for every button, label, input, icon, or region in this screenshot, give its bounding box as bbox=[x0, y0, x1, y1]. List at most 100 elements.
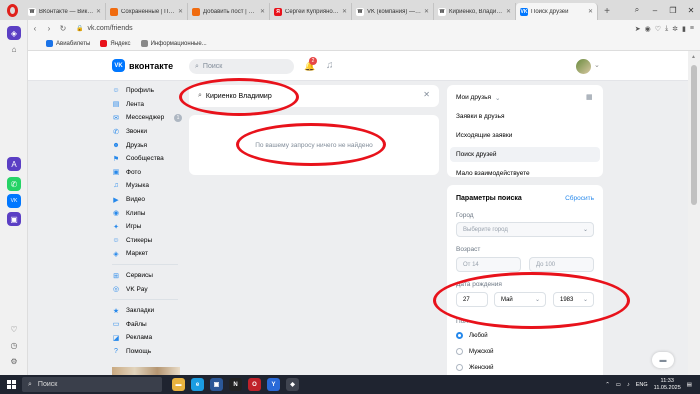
heart-icon[interactable]: ♡ bbox=[7, 322, 21, 336]
file-explorer-icon[interactable]: ▬ bbox=[172, 378, 185, 391]
gender-radio[interactable]: Женский bbox=[456, 364, 493, 371]
menu-item-market[interactable]: ◈ Маркет bbox=[112, 247, 182, 261]
close-tab-icon[interactable]: ✕ bbox=[96, 8, 101, 15]
volume-icon[interactable]: ♪ bbox=[627, 382, 630, 388]
browser-tab[interactable]: Добавить пост | Пикабу✕ bbox=[188, 3, 270, 20]
chevron-down-icon[interactable]: ⌄ bbox=[594, 61, 600, 69]
aria-icon[interactable]: ◈ bbox=[7, 26, 21, 40]
home-icon[interactable]: ⌂ bbox=[7, 42, 21, 56]
whatsapp-icon[interactable]: ✆ bbox=[7, 177, 21, 191]
notifications-bell-icon[interactable]: 🔔 2 bbox=[304, 57, 317, 72]
taskbar-search[interactable]: ⌕ Поиск bbox=[22, 377, 162, 392]
language-indicator[interactable]: ENG bbox=[636, 382, 648, 388]
opera-taskbar-icon[interactable]: O bbox=[248, 378, 261, 391]
menu-item-message[interactable]: ✉ Мессенджер 1 bbox=[112, 111, 182, 125]
menu-item-stickers[interactable]: ☺ Стикеры bbox=[112, 234, 182, 248]
browser-tab[interactable]: ЯСергей Куприянов дире✕ bbox=[270, 3, 352, 20]
menu-item-clips[interactable]: ◉ Клипы bbox=[112, 206, 182, 220]
edge-icon[interactable]: e bbox=[191, 378, 204, 391]
vk-sidebar-icon[interactable]: VK bbox=[7, 194, 21, 208]
history-icon[interactable]: ◷ bbox=[7, 338, 21, 352]
extensions-icon[interactable]: ✲ bbox=[672, 25, 678, 33]
vk-logo[interactable]: VK вконтакте bbox=[112, 59, 173, 72]
close-window-icon[interactable]: ✕ bbox=[682, 0, 700, 20]
age-to-select[interactable]: До 100 bbox=[529, 257, 594, 272]
photos-icon[interactable]: ▣ bbox=[210, 378, 223, 391]
menu-item-friends[interactable]: ☻ Друзья bbox=[112, 138, 182, 152]
battery-icon[interactable]: ▮ bbox=[682, 25, 686, 33]
menu-item-ads[interactable]: ◪ Реклама bbox=[112, 331, 182, 345]
menu-item-vkpay[interactable]: ◎ VK Pay bbox=[112, 282, 182, 296]
menu-item-news[interactable]: ▤ Лента bbox=[112, 98, 182, 112]
menu-item-phone[interactable]: ✆ Звонки bbox=[112, 125, 182, 139]
friends-nav-item[interactable]: Мои друзья ⌄ bbox=[450, 90, 600, 105]
menu-item-user[interactable]: ☺ Профиль bbox=[112, 84, 182, 98]
city-select[interactable]: Выберите город ⌄ bbox=[456, 222, 594, 237]
gender-radio[interactable]: Любой bbox=[456, 332, 488, 339]
maximize-icon[interactable]: ❐ bbox=[664, 0, 682, 20]
app-icon[interactable]: A bbox=[7, 157, 21, 171]
search-tabs-icon[interactable]: ⌕ bbox=[628, 0, 646, 20]
menu-item-bookmark[interactable]: ★ Закладки bbox=[112, 304, 182, 318]
browser-tab[interactable]: WКириенко, Владимир Се✕ bbox=[434, 3, 516, 20]
download-icon[interactable]: ⤓ bbox=[665, 25, 668, 33]
header-search-input[interactable]: ⌕ Поиск bbox=[189, 59, 294, 74]
back-icon[interactable]: ‹ bbox=[28, 24, 42, 33]
notion-icon[interactable]: N bbox=[229, 378, 242, 391]
close-tab-icon[interactable]: ✕ bbox=[588, 8, 593, 15]
settings-icon[interactable]: ⚙ bbox=[7, 354, 21, 368]
friends-nav-item[interactable]: Заявки в друзья bbox=[450, 109, 600, 124]
menu-item-games[interactable]: ✦ Игры bbox=[112, 220, 182, 234]
avatar[interactable] bbox=[576, 59, 591, 74]
scrollbar-thumb[interactable] bbox=[691, 65, 697, 205]
send-icon[interactable]: ➤ bbox=[635, 25, 641, 33]
menu-item-groups[interactable]: ⚑ Сообщества bbox=[112, 152, 182, 166]
chevron-up-icon[interactable]: ⌃ bbox=[605, 382, 610, 388]
browser-tab[interactable]: WVK (компания) — Википе✕ bbox=[352, 3, 434, 20]
friends-nav-item[interactable]: Мало взаимодействуете bbox=[450, 166, 600, 181]
bookmark-item[interactable]: Информационные... bbox=[140, 40, 207, 47]
windows-start-icon[interactable] bbox=[0, 380, 22, 389]
menu-item-photo[interactable]: ▣ Фото bbox=[112, 166, 182, 180]
age-from-select[interactable]: От 14 bbox=[456, 257, 521, 272]
close-tab-icon[interactable]: ✕ bbox=[178, 8, 183, 15]
close-tab-icon[interactable]: ✕ bbox=[506, 8, 511, 15]
app-taskbar-icon[interactable]: ◆ bbox=[286, 378, 299, 391]
menu-item-services[interactable]: ⊞ Сервисы bbox=[112, 269, 182, 283]
friends-nav-item[interactable]: Поиск друзей bbox=[450, 147, 600, 162]
clear-search-icon[interactable]: ✕ bbox=[423, 90, 430, 99]
browser-tab[interactable]: Сохраненные | Пикабу✕ bbox=[106, 3, 188, 20]
taskbar-clock[interactable]: 11:33 11.05.2025 bbox=[654, 378, 681, 392]
browser-tab[interactable]: VK Поиск друзей ✕ bbox=[516, 3, 598, 20]
camera-icon[interactable]: ◉ bbox=[645, 25, 651, 33]
close-tab-icon[interactable]: ✕ bbox=[260, 8, 265, 15]
opera-logo-icon[interactable] bbox=[0, 0, 24, 20]
forward-icon[interactable]: › bbox=[42, 24, 56, 33]
yandex-browser-icon[interactable]: Y bbox=[267, 378, 280, 391]
scroll-up-icon[interactable]: ▲ bbox=[691, 54, 696, 60]
page-scrollbar[interactable]: ▲ bbox=[688, 51, 700, 375]
chat-bubble-icon[interactable]: ▬ bbox=[652, 352, 674, 368]
menu-item-help[interactable]: ? Помощь bbox=[112, 345, 182, 359]
reload-icon[interactable]: ↻ bbox=[56, 24, 70, 33]
player-icon[interactable]: ▣ bbox=[7, 212, 21, 226]
bookmark-item[interactable]: Яндекс bbox=[100, 40, 131, 47]
friends-nav-item[interactable]: Исходящие заявки bbox=[450, 128, 600, 143]
menu-item-files[interactable]: ▭ Файлы bbox=[112, 318, 182, 332]
reset-button[interactable]: Сбросить bbox=[565, 195, 594, 202]
heart-address-icon[interactable]: ♡ bbox=[655, 25, 661, 33]
browser-tab[interactable]: WВКонтакте — Википедия✕ bbox=[24, 3, 106, 20]
menu-item-music[interactable]: ♫ Музыка bbox=[112, 179, 182, 193]
menu-icon[interactable]: ≡ bbox=[690, 25, 694, 33]
menu-item-video[interactable]: ▶ Видео bbox=[112, 193, 182, 207]
gender-radio[interactable]: Мужской bbox=[456, 348, 494, 355]
music-note-icon[interactable]: ♫ bbox=[326, 60, 334, 71]
close-tab-icon[interactable]: ✕ bbox=[342, 8, 347, 15]
network-icon[interactable]: ▭ bbox=[616, 382, 621, 388]
url-field[interactable]: 🔒 vk.com/friends bbox=[76, 25, 635, 32]
minimize-icon[interactable]: – bbox=[646, 0, 664, 20]
bookmark-item[interactable]: Авиабилеты bbox=[46, 40, 90, 47]
new-tab-button[interactable]: + bbox=[598, 3, 616, 20]
notification-icon[interactable]: ▤ bbox=[687, 382, 692, 388]
close-tab-icon[interactable]: ✕ bbox=[424, 8, 429, 15]
